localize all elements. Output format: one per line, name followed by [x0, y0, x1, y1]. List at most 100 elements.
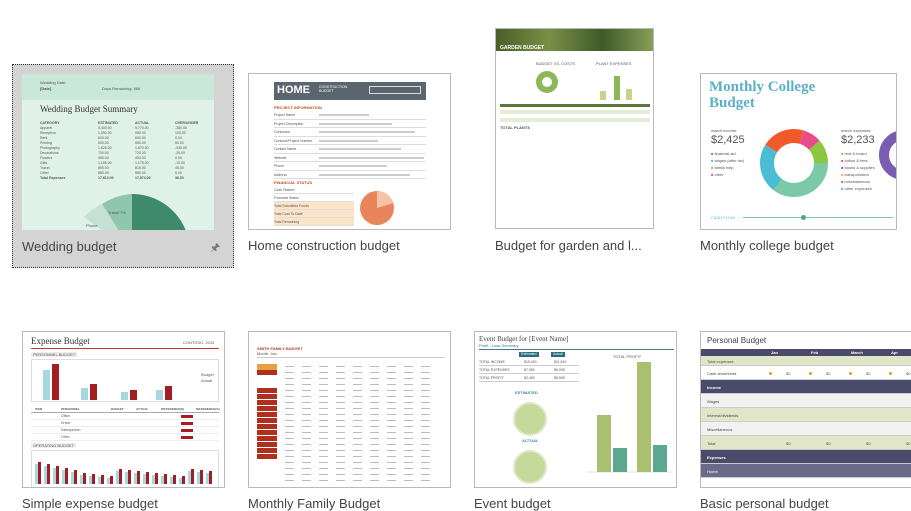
- row-label: Miscellaneous: [707, 427, 733, 432]
- category-cell: [257, 430, 277, 435]
- value-placeholder: [404, 402, 413, 403]
- value-placeholder: [404, 432, 413, 433]
- value-placeholder: [302, 474, 311, 475]
- value-placeholder: [285, 396, 294, 397]
- category-cell: [257, 442, 277, 447]
- legend-budget: Budget: [201, 372, 214, 377]
- value-placeholder: [302, 438, 311, 439]
- zero-value: $0: [906, 441, 911, 446]
- value-placeholder: [285, 420, 294, 421]
- item-label: Salesperson: [61, 428, 81, 432]
- income-item-label: wages (after tax): [714, 158, 745, 163]
- value-placeholder: [319, 414, 328, 415]
- value-placeholder: [302, 450, 311, 451]
- column-header: DIFFERENCE(%): [196, 407, 220, 411]
- zero-value: $0: [826, 371, 831, 376]
- table-cell: Total Expenses: [40, 176, 66, 180]
- garden-donut-chart: [536, 71, 558, 93]
- category-cell: [257, 436, 277, 441]
- field-label: Project Description: [274, 121, 304, 126]
- value-placeholder: [370, 390, 379, 391]
- event-subtitle: Profit - Loss Summary: [479, 343, 519, 348]
- value-placeholder: [404, 396, 413, 397]
- value-placeholder: [319, 396, 328, 397]
- template-tile-simple-expense-budget[interactable]: Expense Budget CONTOSO, 2013 PERSONNEL B…: [14, 322, 236, 511]
- template-thumbnail: Wedding Date: [Date] Days Remaining: 866…: [22, 74, 214, 230]
- estimated-value: $7,950: [524, 368, 535, 372]
- table-row: TOTAL PROFIT $2,450 $5,505: [479, 374, 579, 382]
- field-row: Contractor: [274, 128, 426, 137]
- income-item: ■ financial aid: [711, 151, 744, 158]
- college-donut-chart: [760, 129, 828, 197]
- value-placeholder: [302, 456, 311, 457]
- value-placeholder: [353, 366, 362, 367]
- expense-list: ■ rent & board ■ tuition & fees ■ books & …: [841, 151, 875, 193]
- family-grid: [257, 364, 445, 484]
- value-placeholder: [404, 390, 413, 391]
- template-tile-event-budget[interactable]: Event Budget for [Event Name] Profit - L…: [466, 322, 688, 511]
- category-cell: [257, 472, 277, 477]
- legend-actual: Actual: [201, 378, 213, 383]
- category-cell: [257, 376, 277, 381]
- grid-row: [257, 448, 445, 453]
- wedding-date-label: Wedding Date:: [40, 80, 67, 85]
- value-placeholder: [404, 462, 413, 463]
- row-label: Wages: [707, 399, 720, 404]
- value-placeholder: [421, 474, 430, 475]
- value-placeholder: [319, 408, 328, 409]
- item-label: Office: [61, 414, 71, 418]
- template-tile-monthly-family-budget[interactable]: SMITH FAMILY BUDGET Month: Jan Monthly F…: [240, 322, 462, 511]
- value-placeholder: [387, 402, 396, 403]
- grid-row: [257, 424, 445, 429]
- grid-row: [257, 478, 445, 483]
- field-value-placeholder: [319, 173, 410, 176]
- value-placeholder: [404, 468, 413, 469]
- value-placeholder: [353, 390, 362, 391]
- grid-row: [257, 388, 445, 393]
- value-placeholder: [353, 372, 362, 373]
- budget-row: Cash short/extra $0 $0 $0 $0: [701, 366, 911, 380]
- table-cell: 17,574.00: [135, 176, 151, 180]
- value-placeholder: [387, 390, 396, 391]
- template-tile-wedding-budget[interactable]: Wedding Date: [Date] Days Remaining: 866…: [12, 64, 234, 268]
- budget-row: Total $0 $0 $0 $0: [701, 436, 911, 450]
- category-cell: [257, 412, 277, 417]
- row-label: Interest/dividends: [707, 413, 739, 418]
- grid-row: [257, 370, 445, 375]
- value-placeholder: [285, 468, 294, 469]
- month-header: Jan: [771, 350, 778, 355]
- value-placeholder: [302, 390, 311, 391]
- category-cell: [257, 460, 277, 465]
- financial-pie-chart: [360, 191, 394, 225]
- template-tile-garden-budget[interactable]: GARDEN BUDGET BUDGET VS. COSTS PLANT EXP…: [487, 20, 677, 268]
- value-placeholder: [319, 378, 328, 379]
- wedding-summary-title: Wedding Budget Summary: [40, 104, 138, 114]
- grid-row: [257, 454, 445, 459]
- category-cell: [257, 370, 277, 375]
- actual-value: $5,505: [554, 376, 565, 380]
- value-placeholder: [336, 438, 345, 439]
- column-header: BUDGET: [111, 407, 124, 411]
- template-tile-basic-personal-budget[interactable]: Personal Budget Jan Feb March Apr Total expe…: [692, 322, 911, 511]
- pin-icon[interactable]: 🖈: [210, 239, 220, 258]
- project-info-header: PROJECT INFORMATION: [274, 105, 322, 110]
- category-cell: [257, 454, 277, 459]
- value-placeholder: [285, 402, 294, 403]
- value-placeholder: [285, 456, 294, 457]
- value-placeholder: [370, 468, 379, 469]
- value-placeholder: [421, 450, 430, 451]
- template-tile-monthly-college-budget[interactable]: Monthly College Budget march income: $2,…: [692, 64, 911, 268]
- income-item-label: financial aid: [714, 151, 736, 156]
- estimated-label: ESTIMATED: [515, 390, 538, 395]
- category-cell: [257, 418, 277, 423]
- field-row: Project Name: [274, 111, 426, 120]
- template-tile-home-construction-budget[interactable]: HOME CONSTRUCTION BUDGET PROJECT INFORMA…: [240, 64, 462, 268]
- status-dot: [889, 372, 892, 375]
- personal-title: Personal Budget: [707, 336, 767, 345]
- value-placeholder: [285, 450, 294, 451]
- value-placeholder: [370, 408, 379, 409]
- expense-item-label: tuition & fees: [844, 158, 868, 163]
- expense-item: ■ transportation: [841, 172, 875, 179]
- grid-row: [257, 430, 445, 435]
- value-placeholder: [302, 420, 311, 421]
